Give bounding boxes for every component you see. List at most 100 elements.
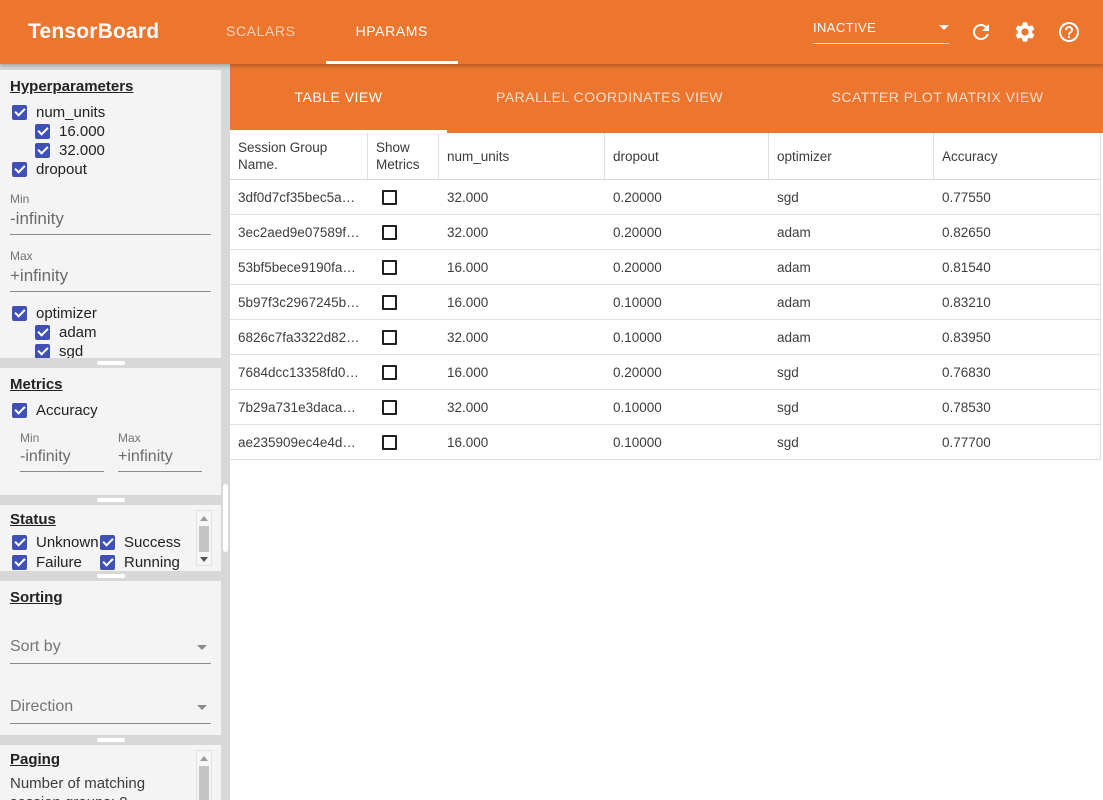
drag-handle[interactable] bbox=[97, 361, 125, 365]
col-optimizer[interactable]: optimizer bbox=[769, 133, 934, 179]
status-failure[interactable]: Failure bbox=[12, 553, 98, 571]
status-running[interactable]: Running bbox=[100, 553, 198, 571]
checkbox-checked-icon[interactable] bbox=[35, 124, 50, 139]
session-groups-table: Session Group Name. Show Metrics num_uni… bbox=[230, 133, 1101, 460]
checkbox-checked-icon[interactable] bbox=[12, 105, 27, 120]
accuracy-cell: 0.77550 bbox=[934, 190, 1100, 205]
section-divider[interactable] bbox=[0, 571, 221, 581]
col-session-group-name[interactable]: Session Group Name. bbox=[230, 133, 368, 179]
hparam-optimizer[interactable]: optimizer bbox=[12, 304, 211, 322]
help-icon[interactable] bbox=[1057, 20, 1081, 44]
chevron-down-icon bbox=[939, 25, 949, 30]
col-dropout[interactable]: dropout bbox=[605, 133, 769, 179]
accuracy-cell: 0.83210 bbox=[934, 295, 1100, 310]
drag-handle[interactable] bbox=[97, 738, 125, 742]
scrollbar-thumb[interactable] bbox=[199, 766, 209, 800]
checkbox-checked-icon[interactable] bbox=[35, 143, 50, 158]
checkbox-checked-icon[interactable] bbox=[12, 306, 27, 321]
hparams-sidebar: Hyperparameters num_units 16.000 32.000 … bbox=[0, 64, 230, 800]
show-metrics-checkbox[interactable] bbox=[382, 260, 397, 275]
dropout-cell: 0.10000 bbox=[605, 400, 769, 415]
checkbox-checked-icon[interactable] bbox=[12, 162, 27, 177]
dropout-cell: 0.20000 bbox=[605, 225, 769, 240]
gear-icon[interactable] bbox=[1013, 20, 1037, 44]
tab-scalars[interactable]: SCALARS bbox=[196, 0, 326, 64]
scroll-up-icon[interactable] bbox=[200, 756, 208, 761]
hparam-value-16[interactable]: 16.000 bbox=[35, 122, 211, 140]
paging-scrollbar[interactable] bbox=[196, 750, 212, 800]
checkbox-checked-icon[interactable] bbox=[35, 325, 50, 340]
status-success[interactable]: Success bbox=[100, 533, 198, 551]
optimizer-cell: adam bbox=[769, 260, 934, 275]
show-metrics-checkbox[interactable] bbox=[382, 365, 397, 380]
metric-min-label: Min bbox=[20, 431, 104, 445]
checkbox-checked-icon[interactable] bbox=[12, 403, 27, 418]
metric-min-field: Min -infinity bbox=[20, 431, 104, 472]
optimizer-cell: sgd bbox=[769, 190, 934, 205]
section-divider[interactable] bbox=[0, 358, 221, 368]
checkbox-checked-icon[interactable] bbox=[12, 535, 27, 550]
accuracy-cell: 0.77700 bbox=[934, 435, 1100, 450]
hparam-value-adam[interactable]: adam bbox=[35, 323, 211, 341]
scrollbar-thumb[interactable] bbox=[199, 526, 209, 552]
sidebar-scrollbar-thumb[interactable] bbox=[223, 484, 228, 552]
col-accuracy[interactable]: Accuracy bbox=[934, 133, 1100, 179]
show-metrics-cell bbox=[368, 225, 439, 240]
tab-hparams[interactable]: HPARAMS bbox=[326, 0, 458, 64]
tensorboard-app: TensorBoard SCALARS HPARAMS INACTIVE bbox=[0, 0, 1103, 800]
accuracy-cell: 0.78530 bbox=[934, 400, 1100, 415]
checkbox-checked-icon[interactable] bbox=[35, 344, 50, 359]
session-group-name: 7b29a731e3daca… bbox=[230, 400, 368, 415]
show-metrics-cell bbox=[368, 190, 439, 205]
section-divider[interactable] bbox=[0, 495, 221, 505]
drag-handle[interactable] bbox=[97, 574, 125, 578]
dropout-max-label: Max bbox=[10, 249, 211, 263]
refresh-icon[interactable] bbox=[969, 20, 993, 44]
direction-select[interactable]: Direction bbox=[10, 694, 211, 724]
dropout-max-input[interactable]: +infinity bbox=[10, 263, 211, 292]
hparam-value-32[interactable]: 32.000 bbox=[35, 141, 211, 159]
hparam-label: dropout bbox=[36, 161, 87, 178]
toolbar-controls: INACTIVE bbox=[813, 0, 1081, 64]
hyperparameters-section: Hyperparameters num_units 16.000 32.000 … bbox=[0, 70, 221, 358]
show-metrics-cell bbox=[368, 400, 439, 415]
run-status-select[interactable]: INACTIVE bbox=[813, 20, 949, 44]
metric-min-input[interactable]: -infinity bbox=[20, 445, 104, 472]
metrics-section: Metrics Accuracy Min -infinity Max +infi… bbox=[0, 368, 221, 495]
scroll-down-icon[interactable] bbox=[200, 557, 208, 562]
status-scrollbar[interactable] bbox=[196, 510, 212, 566]
dropout-min-input[interactable]: -infinity bbox=[10, 206, 211, 235]
metric-max-input[interactable]: +infinity bbox=[118, 445, 202, 472]
show-metrics-checkbox[interactable] bbox=[382, 190, 397, 205]
show-metrics-checkbox[interactable] bbox=[382, 295, 397, 310]
col-num-units[interactable]: num_units bbox=[439, 133, 605, 179]
hparam-value-sgd[interactable]: sgd bbox=[35, 342, 211, 358]
scroll-up-icon[interactable] bbox=[200, 516, 208, 521]
checkbox-checked-icon[interactable] bbox=[12, 555, 27, 570]
tab-scatter-plot-matrix-view[interactable]: SCATTER PLOT MATRIX VIEW bbox=[772, 64, 1103, 133]
checkbox-checked-icon[interactable] bbox=[100, 535, 115, 550]
section-divider[interactable] bbox=[0, 735, 221, 745]
show-metrics-checkbox[interactable] bbox=[382, 330, 397, 345]
col-show-metrics[interactable]: Show Metrics bbox=[368, 133, 439, 179]
matching-groups-count: Number of matching session groups: 8 bbox=[10, 774, 182, 800]
session-group-name: ae235909ec4e4d… bbox=[230, 435, 368, 450]
main-nav-tabs: SCALARS HPARAMS bbox=[196, 0, 458, 64]
hparam-num-units[interactable]: num_units bbox=[12, 103, 211, 121]
checkbox-checked-icon[interactable] bbox=[100, 555, 115, 570]
dropout-cell: 0.20000 bbox=[605, 260, 769, 275]
show-metrics-checkbox[interactable] bbox=[382, 400, 397, 415]
drag-handle[interactable] bbox=[97, 498, 125, 502]
session-group-name: 5b97f3c2967245b… bbox=[230, 295, 368, 310]
metric-accuracy[interactable]: Accuracy bbox=[12, 401, 211, 419]
show-metrics-checkbox[interactable] bbox=[382, 225, 397, 240]
tab-parallel-coordinates-view[interactable]: PARALLEL COORDINATES VIEW bbox=[447, 64, 772, 133]
show-metrics-checkbox[interactable] bbox=[382, 435, 397, 450]
sort-by-select[interactable]: Sort by bbox=[10, 634, 211, 664]
sorting-title: Sorting bbox=[10, 589, 211, 606]
direction-placeholder: Direction bbox=[10, 698, 73, 716]
hparam-dropout[interactable]: dropout bbox=[12, 160, 211, 178]
tab-table-view[interactable]: TABLE VIEW bbox=[230, 64, 447, 133]
session-group-name: 3df0d7cf35bec5a… bbox=[230, 190, 368, 205]
status-unknown[interactable]: Unknown bbox=[12, 533, 98, 551]
